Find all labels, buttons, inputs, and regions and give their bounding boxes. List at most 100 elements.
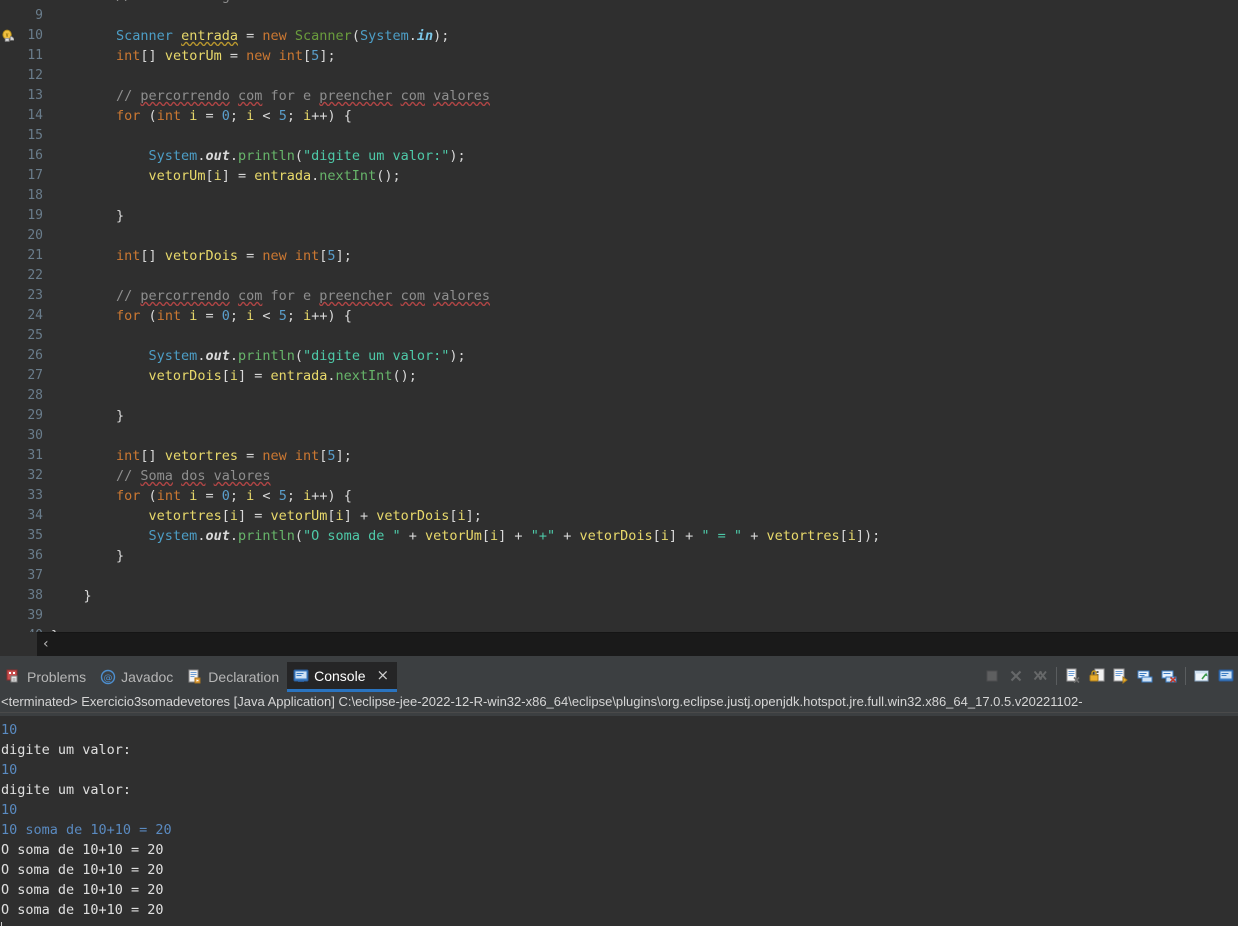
code-line-text[interactable] (47, 566, 1238, 586)
warning-bulb-icon[interactable] (1, 29, 15, 43)
code-line[interactable]: 21 int[] vetorDois = new int[5]; (0, 246, 1238, 266)
code-line-text[interactable] (47, 126, 1238, 146)
code-line-text[interactable] (47, 426, 1238, 446)
scroll-left-arrow-icon[interactable]: ‹ (43, 636, 49, 652)
code-line[interactable]: 34 vetortres[i] = vetorUm[i] + vetorDois… (0, 506, 1238, 526)
code-line-text[interactable]: } (47, 406, 1238, 426)
code-line[interactable]: 26 System.out.println("digite um valor:"… (0, 346, 1238, 366)
code-line-text[interactable]: // percorrendo com for e preencher com v… (47, 86, 1238, 106)
editor-marker-column[interactable] (0, 186, 14, 206)
editor-marker-column[interactable] (0, 586, 14, 606)
code-line[interactable]: 25 (0, 326, 1238, 346)
word-wrap-button[interactable] (1110, 665, 1132, 687)
code-line-text[interactable]: int[] vetortres = new int[5]; (47, 446, 1238, 466)
code-line[interactable]: 20 (0, 226, 1238, 246)
editor-marker-column[interactable] (0, 66, 14, 86)
code-line-text[interactable] (47, 186, 1238, 206)
code-line[interactable]: 22 (0, 266, 1238, 286)
editor-marker-column[interactable] (0, 406, 14, 426)
code-line-text[interactable]: Scanner entrada = new Scanner(System.in)… (47, 26, 1238, 46)
code-line[interactable]: 11 int[] vetorUm = new int[5]; (0, 46, 1238, 66)
code-line[interactable]: 31 int[] vetortres = new int[5]; (0, 446, 1238, 466)
editor-marker-column[interactable] (0, 426, 14, 446)
code-line-text[interactable]: int[] vetorDois = new int[5]; (47, 246, 1238, 266)
editor-marker-column[interactable] (0, 226, 14, 246)
code-line[interactable]: 17 vetorUm[i] = entrada.nextInt(); (0, 166, 1238, 186)
editor-marker-column[interactable] (0, 606, 14, 626)
code-line-text[interactable] (47, 326, 1238, 346)
editor-marker-column[interactable] (0, 386, 14, 406)
code-line[interactable]: 29 } (0, 406, 1238, 426)
code-line-text[interactable]: // Soma dos valores (47, 466, 1238, 486)
code-line[interactable]: 33 for (int i = 0; i < 5; i++) { (0, 486, 1238, 506)
tab-declaration[interactable]: Declaration (181, 662, 287, 692)
code-line[interactable]: 24 for (int i = 0; i < 5; i++) { (0, 306, 1238, 326)
editor-marker-column[interactable] (0, 486, 14, 506)
code-line[interactable]: 36 } (0, 546, 1238, 566)
tab-console[interactable]: Console × (287, 662, 398, 692)
editor-marker-column[interactable] (0, 286, 14, 306)
code-line-text[interactable] (47, 66, 1238, 86)
view-menu-button[interactable] (1215, 665, 1237, 687)
code-line[interactable]: 35 System.out.println("O soma de " + vet… (0, 526, 1238, 546)
code-line[interactable]: 14 for (int i = 0; i < 5; i++) { (0, 106, 1238, 126)
editor-marker-column[interactable] (0, 526, 14, 546)
editor-marker-column[interactable] (0, 6, 14, 26)
code-line[interactable]: 30 (0, 426, 1238, 446)
tab-javadoc[interactable]: @ Javadoc (94, 662, 181, 692)
code-line[interactable]: 23 // percorrendo com for e preencher co… (0, 286, 1238, 306)
editor-marker-column[interactable] (0, 146, 14, 166)
code-line[interactable]: 9 (0, 6, 1238, 26)
editor-marker-column[interactable] (0, 266, 14, 286)
editor-marker-column[interactable] (0, 206, 14, 226)
tab-problems[interactable]: Problems (0, 662, 94, 692)
pin-console-button[interactable] (1134, 665, 1156, 687)
code-line[interactable]: 15 (0, 126, 1238, 146)
console-caret-line[interactable] (0, 920, 1238, 926)
console-output-text[interactable]: 10 digite um valor: 10 digite um valor: 10 10… (0, 716, 1238, 926)
code-line-text[interactable]: } (47, 586, 1238, 606)
code-line-text[interactable]: vetorDois[i] = entrada.nextInt(); (47, 366, 1238, 386)
code-line[interactable]: 38 } (0, 586, 1238, 606)
code-line-text[interactable]: vetortres[i] = vetorUm[i] + vetorDois[i]… (47, 506, 1238, 526)
code-line-text[interactable]: for (int i = 0; i < 5; i++) { (47, 486, 1238, 506)
code-line[interactable]: 32 // Soma dos valores (0, 466, 1238, 486)
code-line-text[interactable] (47, 6, 1238, 26)
scroll-lock-button[interactable] (1086, 665, 1108, 687)
code-line-text[interactable]: vetorUm[i] = entrada.nextInt(); (47, 166, 1238, 186)
editor-marker-column[interactable] (0, 346, 14, 366)
editor-marker-column[interactable] (0, 126, 14, 146)
code-line[interactable]: 37 (0, 566, 1238, 586)
editor-marker-column[interactable] (0, 506, 14, 526)
editor-marker-column[interactable] (0, 446, 14, 466)
code-line-text[interactable]: System.out.println("digite um valor:"); (47, 346, 1238, 366)
editor-marker-column[interactable] (0, 106, 14, 126)
editor-marker-column[interactable] (0, 366, 14, 386)
editor-marker-column[interactable] (0, 86, 14, 106)
code-line-text[interactable]: for (int i = 0; i < 5; i++) { (47, 106, 1238, 126)
code-line-text[interactable]: int[] vetorUm = new int[5]; (47, 46, 1238, 66)
editor-marker-column[interactable] (0, 166, 14, 186)
editor-marker-column[interactable] (0, 546, 14, 566)
code-line-text[interactable]: } (47, 546, 1238, 566)
editor-horizontal-scrollbar[interactable] (37, 632, 1238, 657)
open-console-button[interactable] (1191, 665, 1213, 687)
code-line-text[interactable] (47, 386, 1238, 406)
code-line[interactable]: 28 (0, 386, 1238, 406)
code-line[interactable]: 39 (0, 606, 1238, 626)
code-line-text[interactable] (47, 226, 1238, 246)
clear-console-button[interactable] (1062, 665, 1084, 687)
code-line-text[interactable] (47, 606, 1238, 626)
code-line[interactable]: 18 (0, 186, 1238, 206)
code-line[interactable]: 16 System.out.println("digite um valor:"… (0, 146, 1238, 166)
code-line-text[interactable]: System.out.println("digite um valor:"); (47, 146, 1238, 166)
editor-marker-column[interactable] (0, 566, 14, 586)
close-icon[interactable]: × (377, 668, 390, 683)
editor-marker-column[interactable] (0, 326, 14, 346)
java-source-editor[interactable]: 8 // TODO Auto-generated method stub910 … (0, 0, 1238, 632)
editor-marker-column[interactable] (0, 246, 14, 266)
editor-marker-column[interactable] (0, 26, 15, 46)
editor-marker-column[interactable] (0, 466, 14, 486)
code-line-text[interactable]: for (int i = 0; i < 5; i++) { (47, 306, 1238, 326)
code-line[interactable]: 12 (0, 66, 1238, 86)
